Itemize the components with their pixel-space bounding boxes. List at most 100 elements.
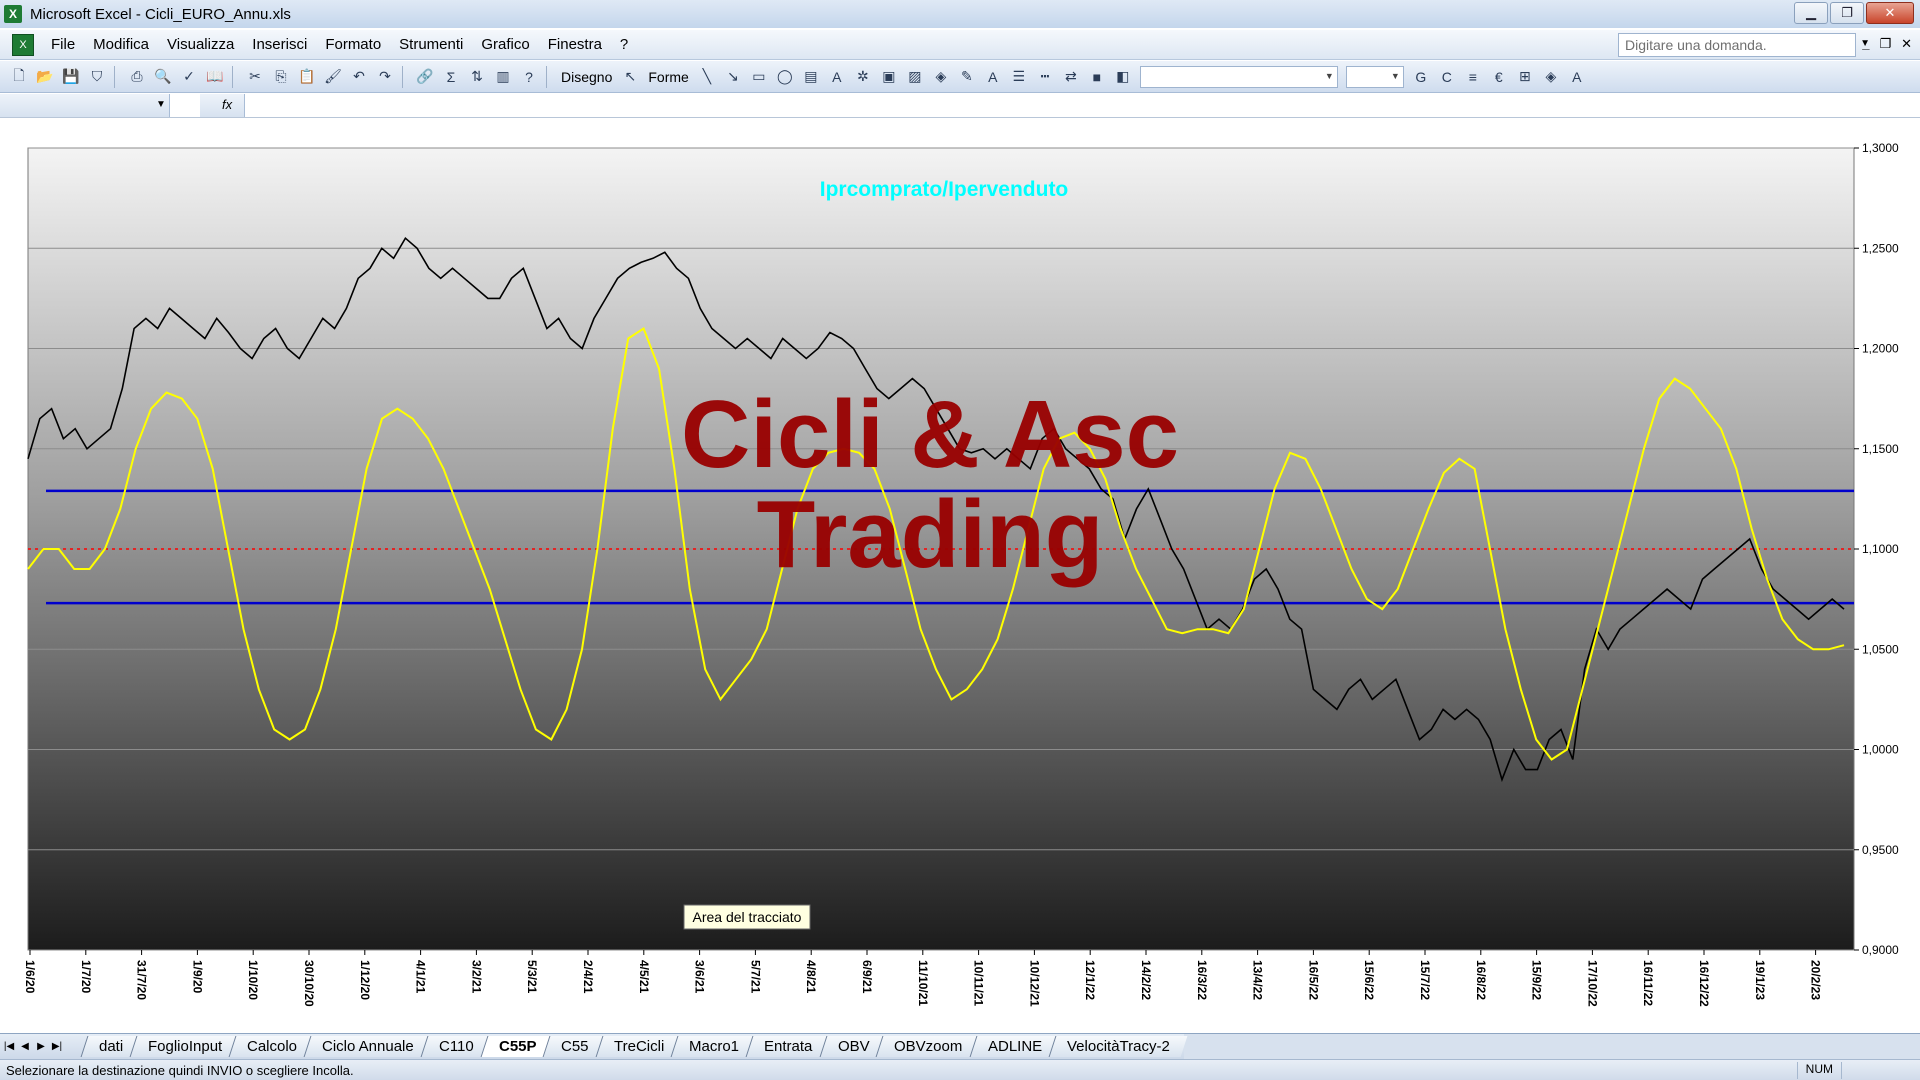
copy-icon[interactable]: ⎘ xyxy=(269,65,293,89)
num-lock-indicator: NUM xyxy=(1796,1062,1842,1079)
new-icon[interactable]: 🗋 xyxy=(7,65,31,89)
tab-calcolo[interactable]: Calcolo xyxy=(228,1036,315,1057)
menu-visualizza[interactable]: Visualizza xyxy=(158,36,243,53)
x-tick-label: 1/10/20 xyxy=(246,960,260,1000)
name-box[interactable]: ▼ xyxy=(0,94,170,117)
y-tick-label: 1,3000 xyxy=(1862,141,1899,155)
menu-finestra[interactable]: Finestra xyxy=(539,36,611,53)
paste-icon[interactable]: 📋 xyxy=(295,65,319,89)
diagram-icon[interactable]: ✲ xyxy=(851,65,875,89)
chart-wizard-icon[interactable]: ▥ xyxy=(491,65,515,89)
tab-adline[interactable]: ADLINE xyxy=(969,1036,1060,1057)
chart[interactable]: 1,3000 1,2500 1,2000 1,1500 1,1000 1,0500 1,00… xyxy=(0,119,1920,1033)
last-sheet-icon[interactable]: ▶| xyxy=(50,1041,64,1052)
redo-icon[interactable]: ↷ xyxy=(373,65,397,89)
permission-icon[interactable]: ⛉ xyxy=(85,65,109,89)
x-tick-label: 13/4/22 xyxy=(1251,960,1265,1000)
line-style-icon[interactable]: ☰ xyxy=(1007,65,1031,89)
undo-icon[interactable]: ↶ xyxy=(347,65,371,89)
oval-icon[interactable]: ◯ xyxy=(773,65,797,89)
italic-icon[interactable]: C xyxy=(1435,65,1459,89)
formula-bar: ▼ fx xyxy=(0,94,1920,118)
menu-strumenti[interactable]: Strumenti xyxy=(390,36,472,53)
draw-menu-button[interactable]: Disegno xyxy=(556,69,617,85)
chart-sheet[interactable]: 1,3000 1,2500 1,2000 1,1500 1,1000 1,0500 1,00… xyxy=(0,119,1920,1033)
font-name-combo[interactable] xyxy=(1139,65,1338,88)
close-button[interactable]: ✕ xyxy=(1866,2,1914,24)
spelling-icon[interactable]: ✓ xyxy=(177,65,201,89)
next-sheet-icon[interactable]: ▶ xyxy=(34,1041,48,1052)
minimize-button[interactable]: ▁ xyxy=(1794,2,1828,24)
prev-sheet-icon[interactable]: ◀ xyxy=(18,1041,32,1052)
help-icon[interactable]: ? xyxy=(517,65,541,89)
x-tick-label: 16/3/22 xyxy=(1195,960,1209,1000)
bold-icon[interactable]: G xyxy=(1409,65,1433,89)
menu-file[interactable]: File xyxy=(42,36,84,53)
workbook-close-button[interactable]: ✕ xyxy=(1901,36,1912,52)
separator xyxy=(232,65,238,88)
x-tick-label: 16/11/22 xyxy=(1641,960,1655,1006)
excel-icon[interactable]: X xyxy=(4,5,22,23)
research-icon[interactable]: 📖 xyxy=(203,65,227,89)
sort-icon[interactable]: ⇅ xyxy=(465,65,489,89)
menu-grafico[interactable]: Grafico xyxy=(472,36,538,53)
workbook-minimize-button[interactable]: _ xyxy=(1862,36,1869,52)
x-tick-label: 5/7/21 xyxy=(748,960,762,994)
tab-ciclo-annuale[interactable]: Ciclo Annuale xyxy=(304,1036,432,1057)
print-preview-icon[interactable]: 🔍 xyxy=(151,65,175,89)
shapes-menu-button[interactable]: Forme xyxy=(643,69,693,85)
first-sheet-icon[interactable]: |◀ xyxy=(2,1041,16,1052)
x-tick-label: 10/12/21 xyxy=(1027,960,1041,1007)
select-pointer-icon[interactable]: ↖ xyxy=(618,65,642,89)
textbox-icon[interactable]: ▤ xyxy=(799,65,823,89)
menu-modifica[interactable]: Modifica xyxy=(84,36,158,53)
font-color-icon[interactable]: A xyxy=(981,65,1005,89)
tab-macro1[interactable]: Macro1 xyxy=(670,1036,757,1057)
tab-velocitatracy-2[interactable]: VelocitàTracy-2 xyxy=(1048,1036,1188,1057)
ask-question-input[interactable]: Digitare una domanda. xyxy=(1618,33,1856,57)
cut-icon[interactable]: ✂ xyxy=(243,65,267,89)
3d-icon[interactable]: ◧ xyxy=(1111,65,1135,89)
wordart-icon[interactable]: A xyxy=(825,65,849,89)
line-icon[interactable]: ╲ xyxy=(695,65,719,89)
menu-formato[interactable]: Formato xyxy=(316,36,390,53)
align-icon[interactable]: ≡ xyxy=(1461,65,1485,89)
tab-obvzoom[interactable]: OBVzoom xyxy=(875,1036,981,1057)
hyperlink-icon[interactable]: 🔗 xyxy=(413,65,437,89)
format-painter-icon[interactable]: 🖌 xyxy=(321,65,345,89)
workbook-restore-button[interactable]: ❐ xyxy=(1879,36,1891,52)
tab-trecicli[interactable]: TreCicli xyxy=(595,1036,682,1057)
fill-color-icon[interactable]: ◈ xyxy=(929,65,953,89)
rectangle-icon[interactable]: ▭ xyxy=(747,65,771,89)
function-icon[interactable]: fx xyxy=(200,94,245,117)
menu-inserisci[interactable]: Inserisci xyxy=(243,36,316,53)
dash-style-icon[interactable]: ┅ xyxy=(1033,65,1057,89)
line-color-icon[interactable]: ✎ xyxy=(955,65,979,89)
arrow-icon[interactable]: ↘ xyxy=(721,65,745,89)
restore-button[interactable]: ❐ xyxy=(1830,2,1864,24)
open-icon[interactable]: 📂 xyxy=(33,65,57,89)
borders-icon[interactable]: ⊞ xyxy=(1513,65,1537,89)
x-tick-label: 17/10/22 xyxy=(1585,960,1599,1007)
arrow-style-icon[interactable]: ⇄ xyxy=(1059,65,1083,89)
y-axis: 1,3000 1,2500 1,2000 1,1500 1,1000 1,0500 1,00… xyxy=(1854,141,1899,957)
horizontal-scroll-area[interactable] xyxy=(1183,1034,1920,1059)
clipart-icon[interactable]: ▣ xyxy=(877,65,901,89)
tab-entrata[interactable]: Entrata xyxy=(745,1036,831,1057)
cell-font-color-icon[interactable]: A xyxy=(1565,65,1589,89)
picture-icon[interactable]: ▨ xyxy=(903,65,927,89)
menu-bar: X File Modifica Visualizza Inserisci For… xyxy=(0,30,1920,60)
autosum-icon[interactable]: Σ xyxy=(439,65,463,89)
x-tick-label: 1/7/20 xyxy=(79,960,93,994)
name-box-dropdown-icon[interactable]: ▼ xyxy=(156,99,166,110)
tab-foglioinput[interactable]: FoglioInput xyxy=(129,1036,240,1057)
euro-icon[interactable]: € xyxy=(1487,65,1511,89)
font-size-combo[interactable] xyxy=(1345,65,1404,88)
print-icon[interactable]: ⎙ xyxy=(125,65,149,89)
save-icon[interactable]: 💾 xyxy=(59,65,83,89)
shadow-icon[interactable]: ■ xyxy=(1085,65,1109,89)
workbook-icon[interactable]: X xyxy=(12,33,34,56)
title-bar: X Microsoft Excel - Cicli_EURO_Annu.xls … xyxy=(0,0,1920,28)
cell-fill-icon[interactable]: ◈ xyxy=(1539,65,1563,89)
menu-help[interactable]: ? xyxy=(611,36,637,53)
